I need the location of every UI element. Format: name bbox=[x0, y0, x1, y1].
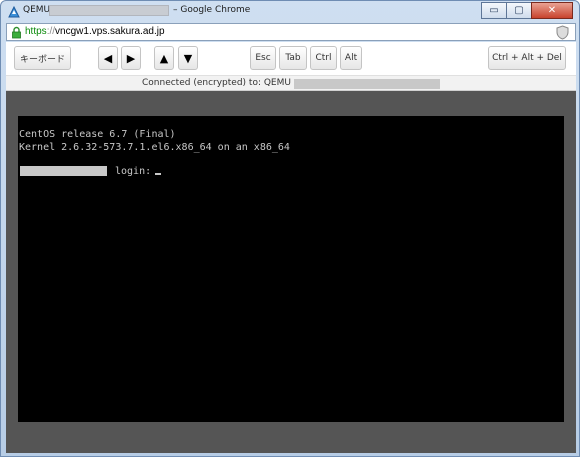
esc-button[interactable]: Esc bbox=[250, 46, 276, 70]
url-separator: :// bbox=[46, 26, 56, 37]
title-redaction bbox=[49, 5, 169, 16]
title-bar[interactable]: QEMU – Google Chrome ▭ ▢ ✕ bbox=[1, 1, 579, 23]
connection-status-bar: Connected (encrypted) to: QEMU bbox=[6, 75, 576, 91]
login-prompt-row: login: bbox=[19, 165, 564, 178]
ctrl-button[interactable]: Ctrl bbox=[310, 46, 337, 70]
shield-icon[interactable] bbox=[556, 25, 569, 40]
kernel-line: Kernel 2.6.32-573.7.1.el6.x86_64 on an x… bbox=[19, 142, 290, 153]
url-host: vncgw1.vps.sakura.ad.jp bbox=[55, 26, 165, 37]
vnc-viewer: キーボード ◀ ▶ ▲ ▼ Esc Tab Ctrl Alt Ctrl + Al… bbox=[6, 42, 576, 453]
login-label: login: bbox=[115, 166, 152, 177]
url-scheme: https bbox=[25, 26, 47, 37]
keyboard-button[interactable]: キーボード bbox=[14, 46, 71, 70]
connection-status: Connected (encrypted) to: QEMU bbox=[142, 78, 291, 88]
left-arrow-button[interactable]: ◀ bbox=[98, 46, 118, 70]
address-bar[interactable]: https://vncgw1.vps.sakura.ad.jp bbox=[6, 23, 576, 41]
os-release-line: CentOS release 6.7 (Final) bbox=[19, 129, 176, 140]
url-text[interactable]: https://vncgw1.vps.sakura.ad.jp bbox=[25, 26, 165, 37]
tab-button[interactable]: Tab bbox=[279, 46, 307, 70]
vnc-toolbar: キーボード ◀ ▶ ▲ ▼ Esc Tab Ctrl Alt Ctrl + Al… bbox=[6, 42, 576, 75]
remote-console-screen[interactable]: CentOS release 6.7 (Final) Kernel 2.6.32… bbox=[18, 116, 564, 422]
maximize-button[interactable]: ▢ bbox=[506, 2, 532, 19]
hostname-redaction bbox=[20, 166, 107, 176]
window-title: QEMU bbox=[23, 5, 51, 15]
text-cursor bbox=[155, 173, 162, 175]
login-prompt: login: bbox=[115, 165, 162, 178]
qemu-app-icon bbox=[8, 5, 20, 18]
status-redaction bbox=[294, 79, 440, 89]
browser-window: QEMU – Google Chrome ▭ ▢ ✕ https://vncgw… bbox=[0, 0, 580, 457]
lock-icon bbox=[12, 26, 21, 39]
up-arrow-button[interactable]: ▲ bbox=[154, 46, 174, 70]
close-button[interactable]: ✕ bbox=[531, 2, 573, 19]
right-arrow-button[interactable]: ▶ bbox=[121, 46, 141, 70]
alt-button[interactable]: Alt bbox=[340, 46, 362, 70]
window-title-suffix: – Google Chrome bbox=[173, 5, 251, 15]
down-arrow-button[interactable]: ▼ bbox=[178, 46, 198, 70]
minimize-button[interactable]: ▭ bbox=[481, 2, 507, 19]
window-controls: ▭ ▢ ✕ bbox=[481, 2, 573, 19]
ctrl-alt-del-button[interactable]: Ctrl + Alt + Del bbox=[488, 46, 566, 70]
